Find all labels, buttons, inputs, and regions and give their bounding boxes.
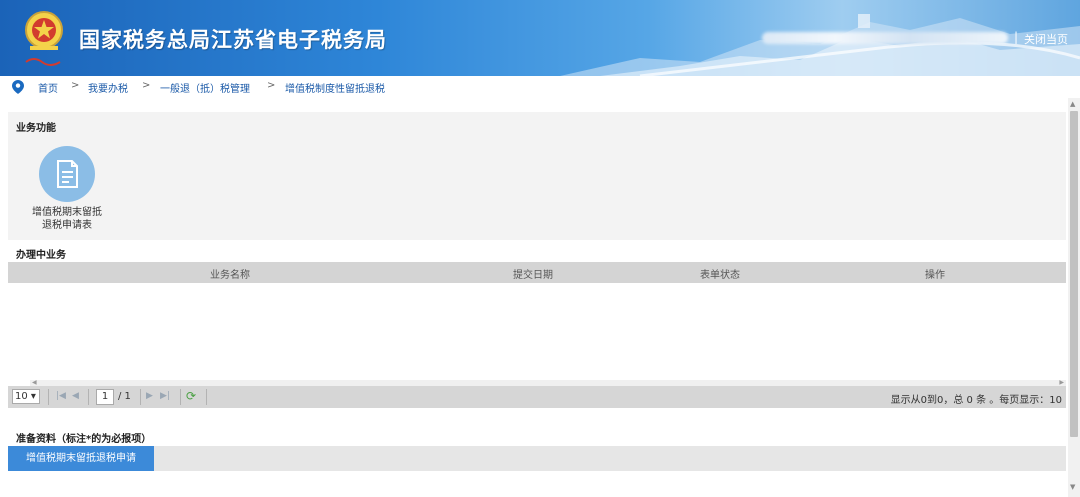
scroll-up-icon[interactable]: ▲	[1070, 100, 1075, 108]
breadcrumb-arrow: >	[142, 80, 151, 91]
function-icon-circle	[39, 146, 95, 202]
table-header: 业务名称 提交日期 表单状态 操作	[8, 262, 1066, 283]
user-info-blurred	[762, 32, 1008, 44]
scroll-down-icon[interactable]: ▼	[1070, 483, 1075, 491]
business-functions-panel: 业务功能 增值税期末留抵 退税申请表	[8, 112, 1066, 240]
pagination-bar: 10 ▾ |◀ ◀ 1 / 1 ▶ ▶| ⟳ 显示从0到0，总 0 条 。每页显…	[8, 386, 1066, 408]
first-page-icon[interactable]: |◀	[56, 391, 66, 401]
breadcrumb-vat-refund: 增值税制度性留抵退税	[285, 84, 385, 95]
next-page-icon[interactable]: ▶	[146, 391, 153, 401]
document-icon	[57, 160, 78, 188]
scroll-right-icon[interactable]: ▶	[1059, 379, 1064, 386]
header-separator: |	[1014, 30, 1019, 44]
materials-bar	[8, 446, 1066, 471]
pager-divider	[180, 389, 181, 405]
vat-refund-application-function[interactable]: 增值税期末留抵 退税申请表	[30, 146, 104, 234]
column-header-date: 提交日期	[513, 270, 553, 281]
location-pin-icon	[12, 80, 24, 94]
column-header-name: 业务名称	[210, 270, 250, 281]
column-header-action: 操作	[925, 270, 945, 281]
function-label-line1: 增值税期末留抵	[32, 207, 102, 218]
scrollbar-thumb[interactable]	[1070, 111, 1078, 437]
vat-refund-application-button[interactable]: 增值税期末留抵退税申请	[8, 446, 154, 471]
page-number-input[interactable]: 1	[96, 389, 114, 405]
pager-divider	[88, 389, 89, 405]
scroll-left-icon[interactable]: ◀	[32, 379, 37, 386]
refresh-icon[interactable]: ⟳	[186, 389, 196, 403]
breadcrumb-refund-management[interactable]: 一般退（抵）税管理	[160, 80, 250, 95]
breadcrumb-tax-handling[interactable]: 我要办税	[88, 80, 128, 95]
tax-bureau-emblem-logo	[25, 11, 63, 66]
materials-title: 准备资料（标注*的为必报项）	[16, 434, 152, 445]
function-label-line2: 退税申请表	[42, 220, 92, 231]
site-title: 国家税务总局江苏省电子税务局	[79, 28, 387, 52]
vertical-scrollbar[interactable]: ▲ ▼	[1068, 98, 1080, 497]
pager-divider	[140, 389, 141, 405]
pager-divider	[48, 389, 49, 405]
breadcrumb: 首页 > 我要办税 > 一般退（抵）税管理 > 增值税制度性留抵退税	[0, 76, 1080, 98]
main-content: 业务功能 增值税期末留抵 退税申请表 办理中业务 业务名称 提交日期 表单状态 …	[8, 112, 1066, 494]
column-header-status: 表单状态	[700, 270, 740, 281]
last-page-icon[interactable]: ▶|	[160, 391, 170, 401]
prev-page-icon[interactable]: ◀	[72, 391, 79, 401]
page-size-select[interactable]: 10 ▾	[12, 389, 40, 404]
breadcrumb-arrow: >	[71, 80, 80, 91]
function-label: 增值税期末留抵 退税申请表	[30, 206, 104, 232]
pager-divider	[206, 389, 207, 405]
business-functions-title: 业务功能	[16, 123, 56, 134]
table-body	[8, 283, 1066, 381]
site-header: 国家税务总局江苏省电子税务局 | 关闭当页	[0, 0, 1080, 76]
breadcrumb-arrow: >	[267, 80, 276, 91]
in-progress-title: 办理中业务	[16, 250, 66, 261]
pager-info: 显示从0到0，总 0 条 。每页显示：10	[890, 395, 1062, 406]
breadcrumb-home[interactable]: 首页	[38, 80, 58, 95]
page-total: / 1	[118, 391, 131, 402]
close-page-link[interactable]: 关闭当页	[1024, 31, 1068, 47]
